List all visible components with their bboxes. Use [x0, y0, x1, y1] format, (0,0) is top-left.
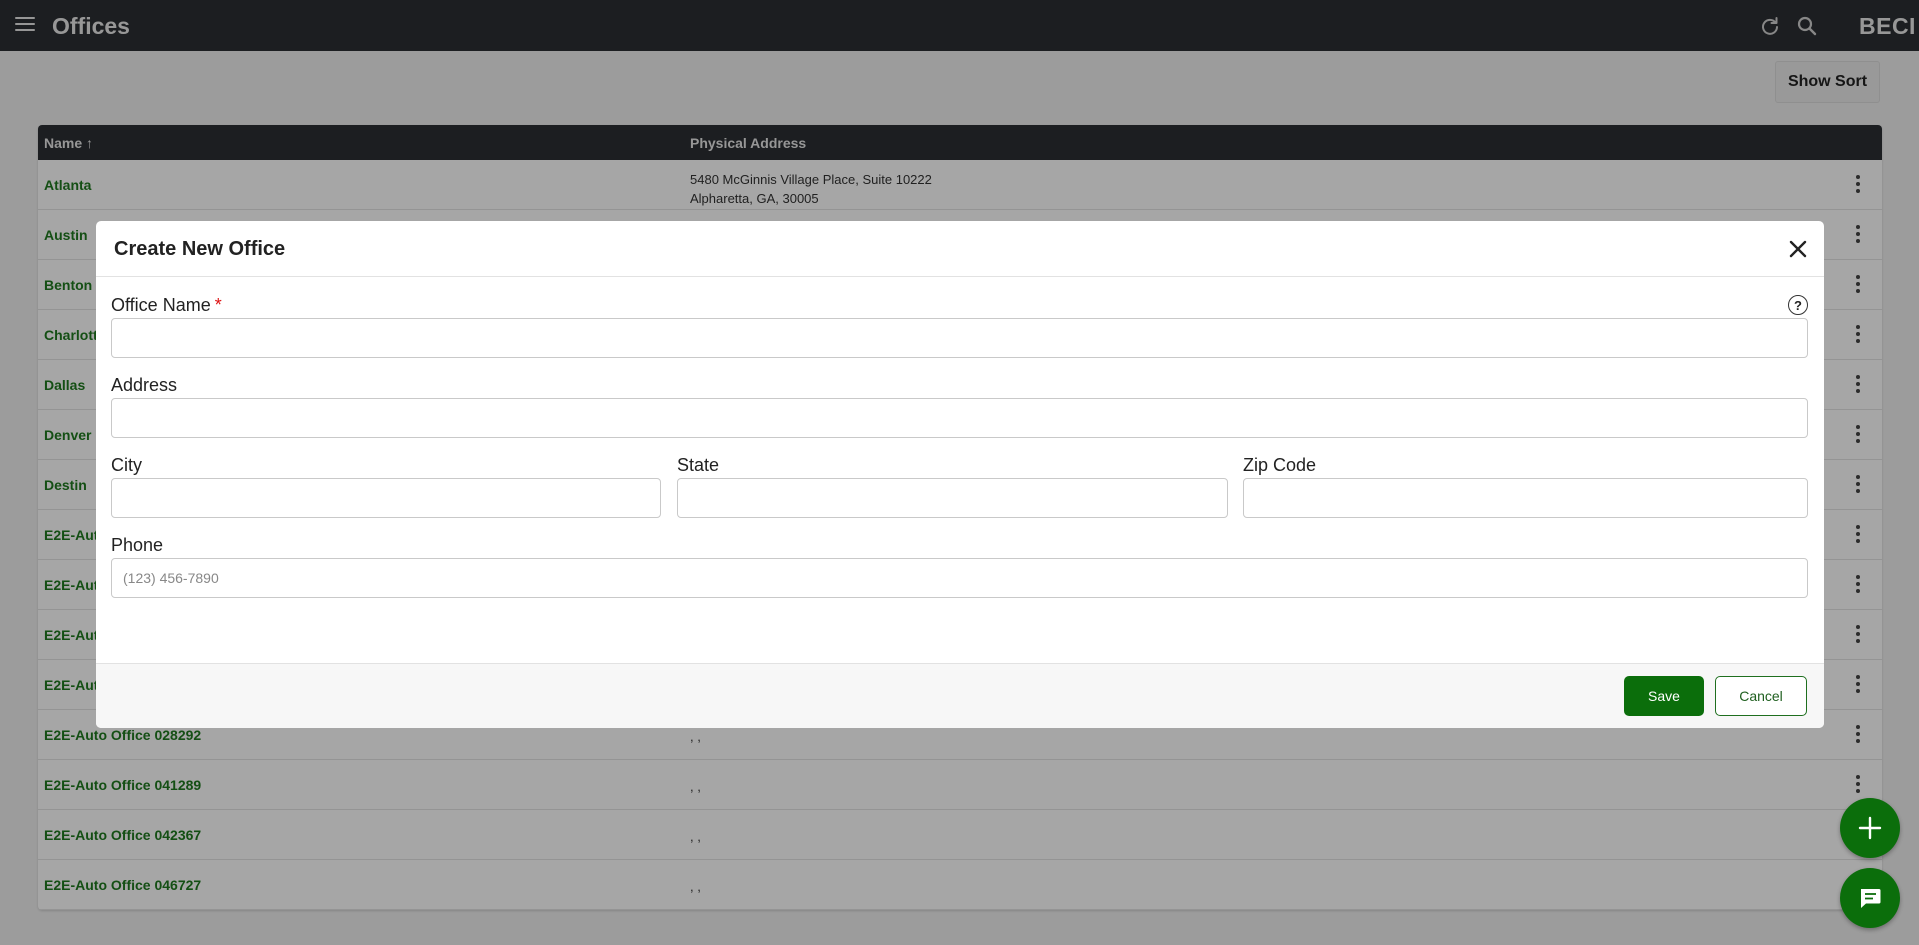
plus-icon: [1858, 816, 1882, 840]
chat-icon: [1861, 889, 1881, 908]
office-name-input[interactable]: [111, 318, 1808, 358]
chat-button[interactable]: [1840, 868, 1900, 928]
add-office-button[interactable]: [1840, 798, 1900, 858]
help-icon[interactable]: ?: [1788, 295, 1808, 315]
cancel-button[interactable]: Cancel: [1715, 676, 1807, 716]
address-input[interactable]: [111, 398, 1808, 438]
zip-code-input[interactable]: [1243, 478, 1808, 518]
city-input[interactable]: [111, 478, 661, 518]
state-input[interactable]: [677, 478, 1228, 518]
phone-input[interactable]: [111, 558, 1808, 598]
office-name-label-text: Office Name: [111, 295, 211, 315]
dialog-header: Create New Office: [96, 221, 1824, 277]
phone-label: Phone: [111, 535, 164, 555]
city-label: City: [111, 455, 142, 475]
office-name-label: Office Name *: [111, 295, 222, 316]
zip-code-label: Zip Code: [1243, 455, 1317, 475]
close-icon[interactable]: [1786, 237, 1810, 261]
required-marker: *: [214, 295, 222, 315]
dialog-footer: Save Cancel: [96, 663, 1824, 728]
save-button[interactable]: Save: [1624, 676, 1704, 716]
state-label: State: [677, 455, 720, 475]
create-office-dialog: Create New Office Office Name * ? Address…: [96, 221, 1824, 728]
dialog-title: Create New Office: [114, 238, 286, 260]
address-label: Address: [111, 375, 178, 395]
